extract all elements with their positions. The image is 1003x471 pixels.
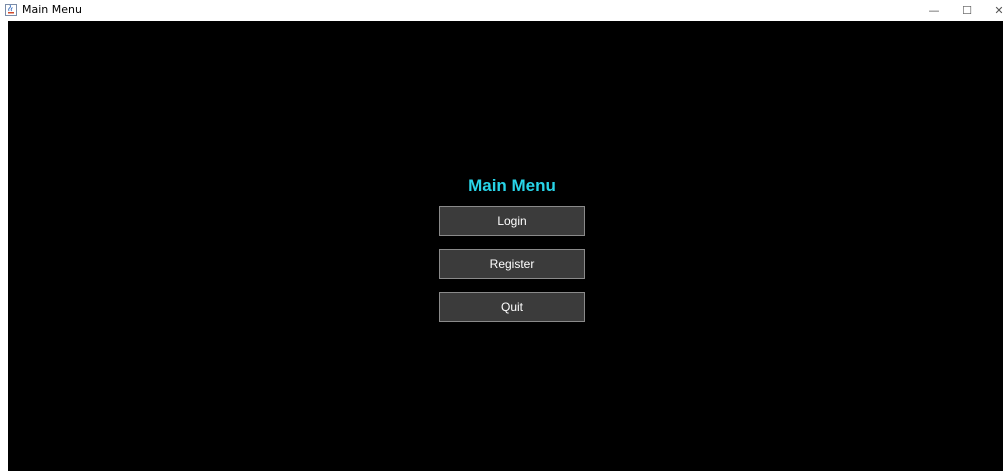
- close-button[interactable]: ✕: [983, 0, 1003, 21]
- minimize-button[interactable]: —: [918, 0, 950, 21]
- quit-button[interactable]: Quit: [439, 292, 585, 322]
- maximize-button[interactable]: ☐: [951, 0, 983, 21]
- title-bar[interactable]: Main Menu — ☐ ✕: [0, 0, 1003, 21]
- close-icon: ✕: [994, 4, 1003, 17]
- minimize-icon: —: [928, 4, 940, 17]
- app-window: Main Menu — ☐ ✕ Main Menu Login Register…: [0, 0, 1003, 471]
- window-title: Main Menu: [22, 3, 82, 16]
- menu-heading: Main Menu: [468, 176, 556, 195]
- login-button[interactable]: Login: [439, 206, 585, 236]
- java-app-icon: [5, 4, 17, 16]
- main-menu-panel: Main Menu Login Register Quit: [8, 21, 1003, 471]
- maximize-icon: ☐: [962, 4, 972, 17]
- register-button[interactable]: Register: [439, 249, 585, 279]
